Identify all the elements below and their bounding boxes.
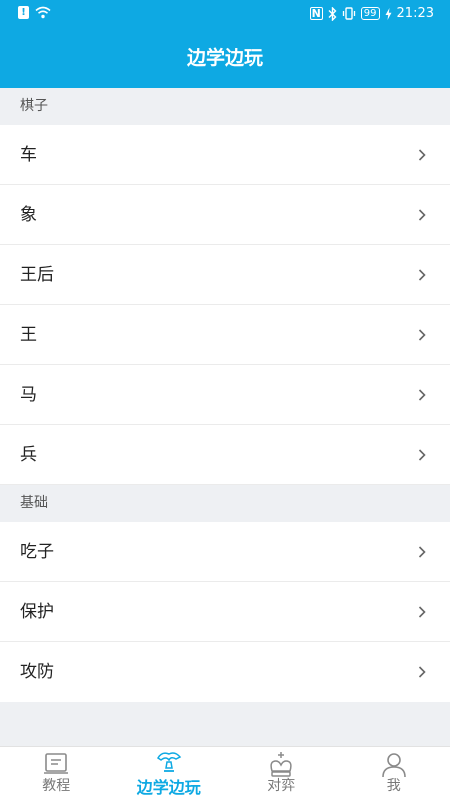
vibrate-icon xyxy=(342,7,355,20)
tab-label: 对弈 xyxy=(267,778,296,794)
list-item-label: 王 xyxy=(20,325,37,345)
list-item-label: 保护 xyxy=(20,602,54,622)
tab-label: 我 xyxy=(386,778,401,794)
tab-me[interactable]: 我 xyxy=(338,747,450,800)
list-item-label: 车 xyxy=(20,145,37,165)
learn-play-icon xyxy=(156,752,181,772)
clock: 21:23 xyxy=(396,6,434,21)
page-title: 边学边玩 xyxy=(0,28,450,88)
chevron-right-icon xyxy=(418,149,426,161)
battery-icon: 99 xyxy=(360,7,380,20)
tab-label: 边学边玩 xyxy=(136,778,201,797)
tab-label: 教程 xyxy=(42,778,71,794)
tab-learn-play[interactable]: 边学边玩 xyxy=(113,747,226,800)
section-header-basics: 基础 xyxy=(0,485,450,522)
status-bar: ! N 99 21:23 xyxy=(0,0,450,28)
warning-icon: ! xyxy=(18,6,29,19)
list-item-pawn[interactable]: 兵 xyxy=(0,425,450,485)
bluetooth-icon xyxy=(328,6,337,21)
list-item-rook[interactable]: 车 xyxy=(0,125,450,185)
wifi-icon xyxy=(35,6,51,19)
list-item-capture[interactable]: 吃子 xyxy=(0,522,450,582)
tab-tutorial[interactable]: 教程 xyxy=(0,747,113,800)
list-item-protect[interactable]: 保护 xyxy=(0,582,450,642)
list-item-queen[interactable]: 王后 xyxy=(0,245,450,305)
list-item-bishop[interactable]: 象 xyxy=(0,185,450,245)
list-item-label: 王后 xyxy=(20,265,54,285)
list-item-label: 攻防 xyxy=(20,662,54,682)
list-item-king[interactable]: 王 xyxy=(0,305,450,365)
chevron-right-icon xyxy=(418,666,426,678)
lesson-list: 棋子 车 象 王后 王 马 兵 基础 吃子 保护 攻防 xyxy=(0,88,450,746)
tab-match[interactable]: 对弈 xyxy=(225,747,338,800)
list-item-label: 兵 xyxy=(20,445,37,465)
chevron-right-icon xyxy=(418,269,426,281)
chevron-right-icon xyxy=(418,389,426,401)
chevron-right-icon xyxy=(418,546,426,558)
chevron-right-icon xyxy=(418,606,426,618)
list-item-label: 吃子 xyxy=(20,542,54,562)
bottom-tab-bar: 教程 边学边玩 对弈 我 xyxy=(0,746,450,800)
list-item-label: 象 xyxy=(20,205,37,225)
chevron-right-icon xyxy=(418,449,426,461)
section-header-pieces: 棋子 xyxy=(0,88,450,125)
nfc-icon: N xyxy=(309,7,323,20)
list-item-knight[interactable]: 马 xyxy=(0,365,450,425)
list-item-label: 马 xyxy=(20,385,37,405)
charging-icon xyxy=(385,7,392,20)
list-item-attack-defense[interactable]: 攻防 xyxy=(0,642,450,702)
chevron-right-icon xyxy=(418,209,426,221)
chevron-right-icon xyxy=(418,329,426,341)
